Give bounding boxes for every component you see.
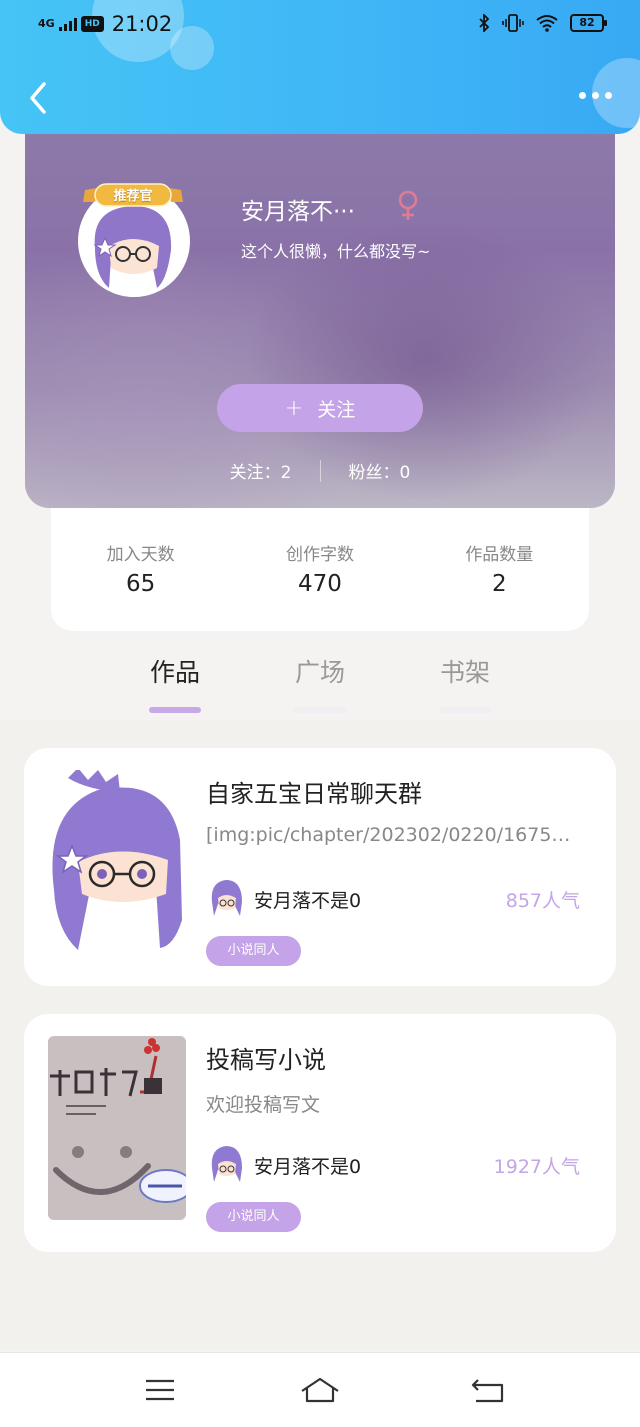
female-gender-icon xyxy=(398,190,418,220)
profile-name: 安月落不··· xyxy=(241,199,355,225)
follow-counts: 关注：2 粉丝：0 xyxy=(25,458,615,483)
stat-join-days: 加入天数 65 xyxy=(51,540,230,631)
tab-label: 作品 xyxy=(149,658,200,687)
bluetooth-icon xyxy=(479,14,490,32)
work-description: [img:pic/chapter/202302/0220/1675… xyxy=(206,824,571,846)
work-cover xyxy=(48,770,186,954)
stat-word-count: 创作字数 470 xyxy=(230,540,409,631)
tab-square[interactable]: 广场 xyxy=(260,653,380,713)
follow-label: 关注 xyxy=(317,398,356,421)
stat-label: 作品数量 xyxy=(465,545,534,565)
vibrate-icon xyxy=(502,14,524,32)
work-card[interactable]: 投稿写小说 欢迎投稿写文 安月落不是0 1927人气 小说同人 xyxy=(24,1014,616,1252)
stat-label: 加入天数 xyxy=(106,545,175,565)
work-description: 欢迎投稿写文 xyxy=(206,1094,321,1116)
profile-banner: 推荐官 安月落不··· 这个人很懒，什么都没写~ + 关注 关注：2 粉丝：0 xyxy=(25,110,615,508)
tab-label: 书架 xyxy=(439,658,490,687)
signal-icon xyxy=(58,17,77,31)
popularity: 1927人气 xyxy=(493,1156,580,1178)
author-avatar xyxy=(211,1146,242,1182)
author-avatar xyxy=(211,880,242,916)
network-label: 4G xyxy=(38,17,55,30)
stat-label: 创作字数 xyxy=(285,545,354,565)
back-nav-icon[interactable] xyxy=(468,1375,508,1405)
category-tag[interactable]: 小说同人 xyxy=(206,1202,301,1232)
back-arrow-icon[interactable] xyxy=(24,80,54,116)
system-nav-bar xyxy=(0,1352,640,1427)
stat-value: 2 xyxy=(492,571,507,597)
stat-work-count: 作品数量 2 xyxy=(410,540,589,631)
tab-label: 广场 xyxy=(294,658,345,687)
home-icon[interactable] xyxy=(300,1375,340,1405)
top-header: 4G HD 21:02 82 xyxy=(0,0,640,134)
works-list: 自家五宝日常聊天群 [img:pic/chapter/202302/0220/1… xyxy=(0,720,640,1350)
work-cover xyxy=(48,1036,186,1220)
menu-icon[interactable] xyxy=(140,1375,180,1405)
divider xyxy=(319,459,321,482)
tab-indicator xyxy=(439,707,491,713)
work-card[interactable]: 自家五宝日常聊天群 [img:pic/chapter/202302/0220/1… xyxy=(24,748,616,986)
author-name: 安月落不是0 xyxy=(254,890,362,912)
battery-icon: 82 xyxy=(570,14,607,32)
clock: 21:02 xyxy=(111,12,173,36)
tab-bookshelf[interactable]: 书架 xyxy=(405,653,525,713)
work-title: 投稿写小说 xyxy=(206,1046,326,1074)
follow-button[interactable]: + 关注 xyxy=(217,384,423,432)
profile-bio: 这个人很懒，什么都没写~ xyxy=(241,242,431,261)
status-bar: 4G HD 21:02 82 xyxy=(0,10,640,44)
tab-indicator xyxy=(294,707,346,713)
popularity: 857人气 xyxy=(505,890,580,912)
stat-value: 470 xyxy=(298,571,342,597)
author-name: 安月落不是0 xyxy=(254,1156,362,1178)
more-options-icon[interactable] xyxy=(579,92,612,99)
work-title: 自家五宝日常聊天群 xyxy=(206,780,422,808)
tab-indicator xyxy=(149,707,201,713)
plus-icon: + xyxy=(284,395,304,421)
stats-card: 加入天数 65 创作字数 470 作品数量 2 xyxy=(51,500,589,631)
wifi-icon xyxy=(536,15,558,32)
profile-tabs: 作品 广场 书架 xyxy=(0,645,640,720)
following-count[interactable]: 关注：2 xyxy=(230,458,292,483)
stat-value: 65 xyxy=(126,571,156,597)
recommender-badge-icon xyxy=(83,183,183,207)
hd-icon: HD xyxy=(80,16,104,32)
category-tag[interactable]: 小说同人 xyxy=(206,936,301,966)
fans-count[interactable]: 粉丝：0 xyxy=(349,458,411,483)
tab-works[interactable]: 作品 xyxy=(115,653,235,713)
